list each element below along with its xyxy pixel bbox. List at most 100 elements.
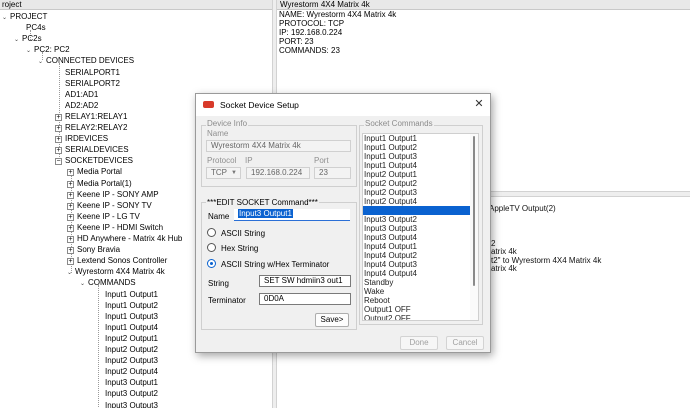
command-list-item[interactable]: Input2 Output3 <box>363 188 478 197</box>
chevron-down-icon[interactable]: ⌄ <box>26 46 31 57</box>
expand-icon[interactable]: + <box>67 202 74 210</box>
tree-item[interactable]: Input1 Output4 <box>105 322 158 333</box>
command-list-item[interactable]: Output1 OFF <box>363 305 478 314</box>
radio-hex-label: Hex String <box>221 244 259 253</box>
expand-icon[interactable]: + <box>67 247 74 255</box>
command-list-item[interactable]: Input4 Output4 <box>363 269 478 278</box>
tree-item[interactable]: Input1 Output2 <box>105 300 158 311</box>
tree-item[interactable]: ⌄ CONNECTED DEVICES <box>38 55 134 66</box>
tree-item[interactable]: ⌄ PC2: PC2 <box>26 44 70 55</box>
tree-item[interactable]: + HD Anywhere - Matrix 4k Hub <box>67 233 182 244</box>
tree-item[interactable]: + Keene IP - LG TV <box>67 211 140 222</box>
expand-icon[interactable]: + <box>67 191 74 199</box>
tree-item[interactable]: + Keene IP - SONY AMP <box>67 189 159 200</box>
command-list-item[interactable]: Input4 Output1 <box>363 242 478 251</box>
tree-item[interactable]: + Media Portal <box>67 166 122 177</box>
expand-icon[interactable]: + <box>55 147 62 155</box>
command-list-item[interactable]: Reboot <box>363 296 478 305</box>
tree-item[interactable]: + SERIALDEVICES <box>55 144 129 155</box>
chevron-down-icon[interactable]: ⌄ <box>2 13 7 24</box>
chevron-down-icon[interactable]: ⌄ <box>14 35 19 46</box>
tree-item[interactable]: Input2 Output2 <box>105 344 158 355</box>
protocol-select[interactable]: TCP ▼ <box>206 167 241 179</box>
command-list-item[interactable]: Input1 Output3 <box>363 152 478 161</box>
tree-item[interactable]: − SOCKETDEVICES <box>55 155 133 166</box>
tree-item[interactable]: + RELAY1:RELAY1 <box>55 111 127 122</box>
command-name-input[interactable]: Input3 Output1 <box>234 209 350 221</box>
terminator-input[interactable]: 0D0A <box>259 293 351 305</box>
expand-icon[interactable]: + <box>67 236 74 243</box>
ip-label: IP <box>245 156 253 165</box>
radio-ascii-hex-terminator[interactable]: ASCII String w/Hex Terminator <box>207 259 329 270</box>
expand-icon[interactable]: + <box>67 169 74 177</box>
expand-icon[interactable]: + <box>55 125 62 132</box>
chevron-down-icon[interactable]: ⌄ <box>38 57 43 68</box>
command-list-item[interactable]: Input1 Output1 <box>363 134 478 143</box>
tree-item[interactable]: + Media Portal(1) <box>67 178 132 189</box>
tree-item[interactable]: + IRDEVICES <box>55 133 108 144</box>
tree-item-label: PC4s <box>26 23 46 33</box>
command-list-item[interactable]: Input2 Output2 <box>363 179 478 188</box>
tree-item[interactable]: ⌄ PROJECT <box>2 11 47 22</box>
tree-item[interactable]: Input3 Output1 <box>105 377 158 388</box>
collapse-icon[interactable]: − <box>55 158 62 166</box>
string-input[interactable]: SET SW hdmiin3 out1 <box>259 275 351 287</box>
expand-icon[interactable]: + <box>67 213 74 221</box>
tree-item[interactable]: Input1 Output3 <box>105 311 158 322</box>
radio-ascii-string[interactable]: ASCII String <box>207 228 265 239</box>
command-list-item[interactable]: Input2 Output1 <box>363 170 478 179</box>
done-button[interactable]: Done <box>400 336 438 350</box>
command-list-item[interactable]: Input4 Output3 <box>363 260 478 269</box>
property-protocol: PROTOCOL: TCP <box>279 19 345 28</box>
command-list-item[interactable]: Input1 Output4 <box>363 161 478 170</box>
tree-item[interactable]: + RELAY2:RELAY2 <box>55 122 127 133</box>
chevron-down-icon[interactable]: ⌄ <box>80 279 85 290</box>
command-list-item[interactable]: Input3 Output4 <box>363 233 478 242</box>
tree-item[interactable]: Input1 Output1 <box>105 289 158 300</box>
command-list-item[interactable]: Input3 Output2 <box>363 215 478 224</box>
dialog-titlebar[interactable]: Socket Device Setup ✕ <box>196 94 490 116</box>
tree-item[interactable]: Input2 Output3 <box>105 355 158 366</box>
tree-item[interactable]: PC4s <box>26 22 46 33</box>
socket-commands-list[interactable]: Input1 Output1 Input1 Output2 Input1 Outpu… <box>362 133 479 321</box>
tree-item[interactable]: AD1:AD1 <box>65 89 98 100</box>
tree-item[interactable]: + Keene IP - SONY TV <box>67 200 152 211</box>
tree-item[interactable]: Input3 Output2 <box>105 388 158 399</box>
command-list-item[interactable]: Standby <box>363 278 478 287</box>
tree-item[interactable]: SERIALPORT1 <box>65 67 120 78</box>
tree-item[interactable]: + Sony Bravia <box>67 244 120 255</box>
tree-item[interactable]: AD2:AD2 <box>65 100 98 111</box>
tree-item[interactable]: + Keene IP - HDMI Switch <box>67 222 163 233</box>
tree-item[interactable]: ⌄ Wyrestorm 4X4 Matrix 4k <box>67 266 165 277</box>
expand-icon[interactable]: + <box>55 136 62 144</box>
tree-item[interactable]: Input2 Output4 <box>105 366 158 377</box>
close-button[interactable]: ✕ <box>472 97 486 111</box>
command-list-item[interactable]: Input3 Output3 <box>363 224 478 233</box>
device-name-field[interactable]: Wyrestorm 4X4 Matrix 4k <box>206 140 351 152</box>
command-list-item[interactable]: Input3 Output1 <box>363 206 478 215</box>
cancel-button[interactable]: Cancel <box>446 336 484 350</box>
tree-item[interactable]: SERIALPORT2 <box>65 78 120 89</box>
tree-item[interactable]: ⌄ PC2s <box>14 33 42 44</box>
expand-icon[interactable]: + <box>67 224 74 232</box>
command-list-item[interactable]: Output2 OFF <box>363 314 478 320</box>
project-panel-header: roject <box>0 0 272 10</box>
tree-item[interactable]: Input3 Output3 <box>105 400 158 408</box>
command-list-item[interactable]: Wake <box>363 287 478 296</box>
radio-hex-string[interactable]: Hex String <box>207 243 258 254</box>
expand-icon[interactable]: + <box>67 258 74 266</box>
port-field[interactable]: 23 <box>314 167 351 179</box>
command-list-item[interactable]: Input1 Output2 <box>363 143 478 152</box>
list-scrollbar[interactable] <box>470 134 478 320</box>
scrollbar-thumb[interactable] <box>473 136 475 286</box>
chevron-down-icon[interactable]: ⌄ <box>67 268 72 279</box>
expand-icon[interactable]: + <box>55 113 62 121</box>
tree-item[interactable]: + Lextend Sonos Controller <box>67 255 167 266</box>
ip-field[interactable]: 192.168.0.224 <box>246 167 310 179</box>
save-button[interactable]: Save> <box>315 313 349 327</box>
tree-item[interactable]: ⌄ COMMANDS <box>80 277 136 288</box>
tree-item[interactable]: Input2 Output1 <box>105 333 158 344</box>
command-list-item[interactable]: Input2 Output4 <box>363 197 478 206</box>
command-list-item[interactable]: Input4 Output2 <box>363 251 478 260</box>
expand-icon[interactable]: + <box>67 180 74 188</box>
